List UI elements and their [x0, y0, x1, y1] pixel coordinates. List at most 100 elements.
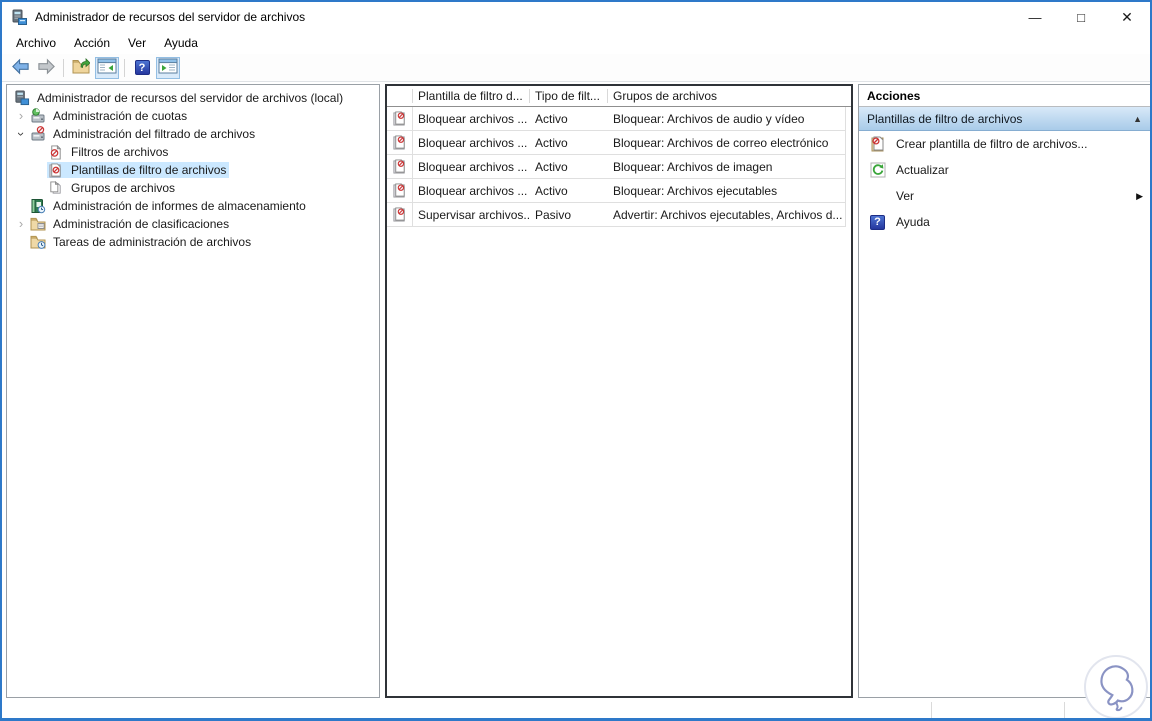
tree-item-label: Filtros de archivos: [71, 145, 169, 159]
forward-icon: [37, 57, 56, 79]
action-ayuda[interactable]: ? Ayuda: [859, 209, 1150, 235]
no-icon: [869, 188, 886, 204]
tree-item-root[interactable]: Administrador de recursos del servidor d…: [7, 89, 379, 107]
list-header: Plantilla de filtro d... Tipo de filt...…: [387, 86, 851, 107]
cell-groups: Bloquear: Archivos ejecutables: [613, 183, 778, 198]
back-button[interactable]: [8, 57, 32, 79]
file-screen-template-icon: [387, 203, 413, 226]
menu-archivo[interactable]: Archivo: [7, 34, 65, 52]
cell-type: Activo: [535, 135, 568, 150]
cell-type: Activo: [535, 183, 568, 198]
action-ver[interactable]: Ver ▶: [859, 183, 1150, 209]
tree-item-label: Administrador de recursos del servidor d…: [37, 91, 344, 105]
action-label: Ayuda: [896, 215, 930, 229]
cell-template: Bloquear archivos ...: [418, 159, 528, 174]
server-icon: [13, 90, 30, 106]
collapse-arrow-icon[interactable]: ▲: [1133, 114, 1142, 124]
file-screen-template-icon: [387, 179, 413, 202]
back-icon: [11, 57, 30, 79]
tree-item-clasificaciones[interactable]: › Administración de clasificaciones: [7, 215, 379, 233]
table-row[interactable]: Bloquear archivos ... Activo Bloquear: A…: [387, 155, 846, 179]
tree-item-label: Administración de cuotas: [53, 109, 188, 123]
status-separator: [931, 702, 932, 718]
help-button[interactable]: ?: [130, 57, 154, 79]
close-button[interactable]: ✕: [1104, 2, 1150, 32]
status-bar: [3, 701, 1149, 718]
tree-item-filtros-de-archivos[interactable]: Filtros de archivos: [7, 143, 379, 161]
tree-item-label: Administración de informes de almacenami…: [53, 199, 306, 213]
actions-group-header[interactable]: Plantillas de filtro de archivos ▲: [859, 107, 1150, 131]
chevron-right-icon[interactable]: ›: [13, 217, 29, 231]
chevron-down-icon[interactable]: ›: [14, 126, 29, 142]
tree-item-administracion-de-cuotas[interactable]: › Administración de cuotas: [7, 107, 379, 125]
tree-item-plantillas-de-filtro[interactable]: Plantillas de filtro de archivos: [7, 161, 379, 179]
file-tasks-icon: [29, 234, 46, 250]
quota-management-icon: [29, 108, 46, 124]
action-actualizar[interactable]: Actualizar: [859, 157, 1150, 183]
forward-button[interactable]: [34, 57, 58, 79]
export-list-button[interactable]: [69, 57, 93, 79]
results-list-pane: Plantilla de filtro d... Tipo de filt...…: [385, 84, 853, 698]
refresh-icon: [869, 162, 886, 178]
storage-reports-icon: [29, 198, 46, 214]
column-header-tipo[interactable]: Tipo de filt...: [530, 89, 608, 103]
column-header-plantilla[interactable]: Plantilla de filtro d...: [413, 89, 530, 103]
title-bar: Administrador de recursos del servidor d…: [2, 2, 1150, 32]
menu-accion[interactable]: Acción: [65, 34, 119, 52]
cell-type: Pasivo: [535, 207, 572, 222]
cell-type: Activo: [535, 159, 568, 174]
toolbar-separator: [63, 58, 64, 77]
menu-ver[interactable]: Ver: [119, 34, 155, 52]
cell-groups: Bloquear: Archivos de imagen: [613, 159, 773, 174]
table-row[interactable]: Bloquear archivos ... Activo Bloquear: A…: [387, 131, 846, 155]
file-screening-management-icon: [29, 126, 46, 142]
lightbulb-sketch-icon: [1100, 665, 1134, 712]
actions-pane: Acciones Plantillas de filtro de archivo…: [858, 84, 1150, 698]
cell-groups: Advertir: Archivos ejecutables, Archivos…: [613, 207, 843, 222]
file-screen-icon: [47, 144, 64, 160]
tree-item-label: Grupos de archivos: [71, 181, 176, 195]
actions-pane-title: Acciones: [859, 85, 1150, 107]
file-screen-template-icon: [387, 131, 413, 154]
cell-groups: Bloquear: Archivos de audio y vídeo: [613, 111, 805, 126]
cell-template: Bloquear archivos ...: [418, 183, 528, 198]
toolbar-separator: [124, 58, 125, 77]
help-icon: ?: [869, 214, 886, 230]
tree-item-tareas-administracion[interactable]: › Tareas de administración de archivos: [7, 233, 379, 251]
tree-item-administracion-del-filtrado[interactable]: › Administración del filtrado de archivo…: [7, 125, 379, 143]
table-row[interactable]: Bloquear archivos ... Activo Bloquear: A…: [387, 179, 846, 203]
table-row[interactable]: Supervisar archivos... Pasivo Advertir: …: [387, 203, 846, 227]
tree-item-informes-almacenamiento[interactable]: › Administración de informes de almacena…: [7, 197, 379, 215]
list-rows: Bloquear archivos ... Activo Bloquear: A…: [387, 107, 846, 227]
menu-ayuda[interactable]: Ayuda: [155, 34, 207, 52]
status-separator: [1064, 702, 1065, 718]
minimize-button[interactable]: —: [1012, 2, 1058, 32]
file-screen-template-icon: [387, 155, 413, 178]
export-list-icon: [72, 58, 91, 77]
action-label: Crear plantilla de filtro de archivos...: [896, 137, 1088, 151]
column-header-grupos[interactable]: Grupos de archivos: [608, 89, 851, 103]
console-tree-pane: Administrador de recursos del servidor d…: [6, 84, 380, 698]
tree-item-grupos-de-archivos[interactable]: Grupos de archivos: [7, 179, 379, 197]
cell-template: Bloquear archivos ...: [418, 135, 528, 150]
tree-item-label: Administración de clasificaciones: [53, 217, 230, 231]
toolbar: ?: [2, 54, 1150, 82]
show-action-pane-button[interactable]: [156, 56, 180, 79]
show-console-tree-button[interactable]: [95, 56, 119, 79]
table-row[interactable]: Bloquear archivos ... Activo Bloquear: A…: [387, 107, 846, 131]
actions-group-label: Plantillas de filtro de archivos: [867, 111, 1023, 126]
show-console-tree-icon: [97, 58, 117, 77]
chevron-right-icon[interactable]: ›: [13, 109, 29, 123]
action-label: Actualizar: [896, 163, 949, 177]
show-action-pane-icon: [158, 58, 178, 77]
app-window: Administrador de recursos del servidor d…: [0, 0, 1152, 721]
watermark-logo: [1084, 655, 1148, 718]
classification-icon: [29, 216, 46, 232]
file-screen-template-icon: [47, 162, 64, 178]
file-screen-template-icon: [387, 107, 413, 130]
column-header-icon[interactable]: [387, 89, 413, 103]
action-crear-plantilla[interactable]: Crear plantilla de filtro de archivos...: [859, 131, 1150, 157]
maximize-button[interactable]: □: [1058, 2, 1104, 32]
action-label: Ver: [896, 189, 915, 203]
tree-item-label: Tareas de administración de archivos: [53, 235, 252, 249]
